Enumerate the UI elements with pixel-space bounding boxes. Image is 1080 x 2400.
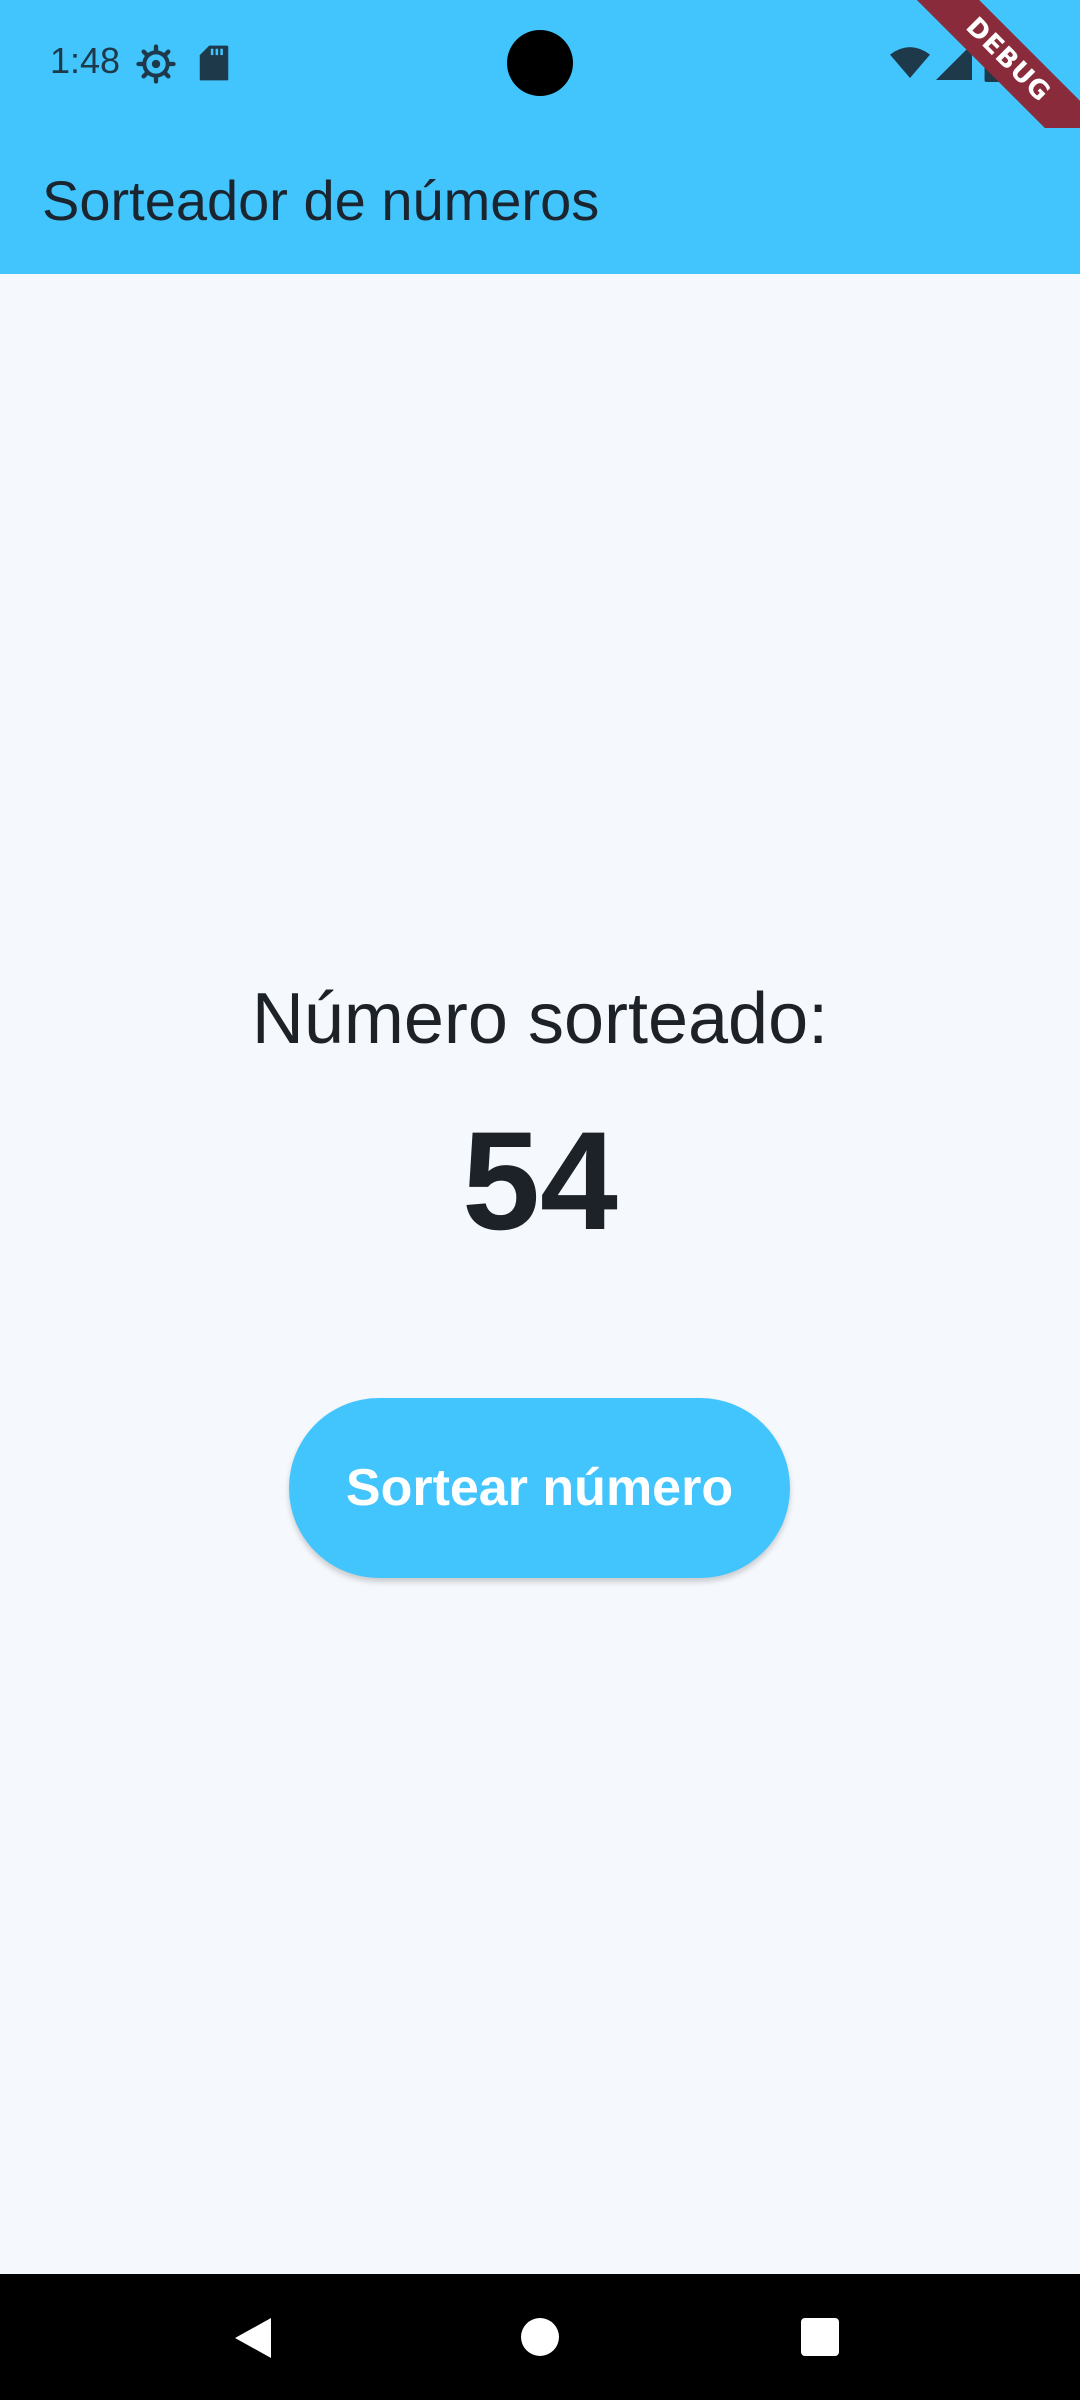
app-bar: Sorteador de números (0, 128, 1080, 274)
back-icon[interactable] (235, 2318, 271, 2358)
settings-gear-icon (136, 44, 176, 89)
sd-card-icon (198, 44, 230, 87)
page-title: Sorteador de números (42, 169, 600, 232)
home-icon[interactable] (521, 2318, 559, 2356)
status-time: 1:48 (50, 40, 121, 81)
drawn-number: 54 (462, 1102, 618, 1259)
status-bar: 1:48 DEBUG (0, 0, 1080, 182)
camera-cutout (507, 30, 573, 96)
wifi-icon (890, 46, 930, 85)
draw-number-button[interactable]: Sortear número (289, 1398, 790, 1578)
result-label: Número sorteado: (251, 979, 829, 1059)
system-nav-bar (0, 2274, 1080, 2400)
app-screen: 1:48 DEBUG Sorteador de números Número s… (0, 0, 1080, 2400)
recents-icon[interactable] (801, 2318, 839, 2356)
